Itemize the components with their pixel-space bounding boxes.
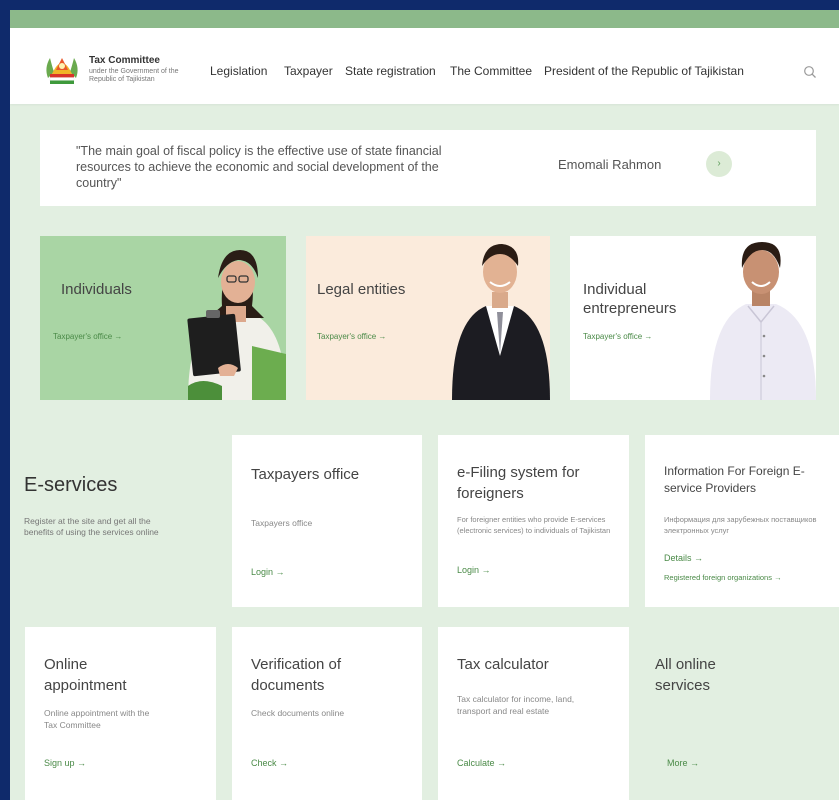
- individuals-person-image: [187, 250, 286, 400]
- card-description: Taxpayers office: [251, 518, 313, 528]
- card-title: Taxpayers office: [251, 466, 360, 483]
- nav-president[interactable]: President of the Republic of Tajikistan: [544, 64, 744, 78]
- category-legal-entities[interactable]: Legal entities Taxpayer's office →: [306, 236, 550, 400]
- category-title: Individual entrepreneurs: [583, 281, 677, 317]
- sign-up-link[interactable]: Sign up →: [44, 758, 86, 768]
- taxpayer-office-link[interactable]: Taxpayer's office →: [583, 332, 652, 341]
- calculate-link[interactable]: Calculate →: [457, 758, 506, 768]
- website-frame: Tax Committee under the Government of th…: [10, 10, 839, 800]
- legal-entities-person-image: [452, 244, 550, 400]
- nav-legislation[interactable]: Legislation: [210, 64, 267, 78]
- taxpayer-office-link[interactable]: Taxpayer's office →: [53, 332, 122, 341]
- category-individual-entrepreneurs[interactable]: Individual entrepreneurs Taxpayer's offi…: [570, 236, 816, 400]
- card-title: e-Filing system for foreigners: [457, 464, 580, 502]
- card-description: Check documents online: [251, 708, 345, 718]
- card-description: Tax calculator for income, land, transpo…: [457, 694, 575, 716]
- card-title: Verification of documents: [251, 656, 342, 694]
- card-description: For foreigner entities who provide E-ser…: [457, 515, 611, 535]
- card-online-appointment[interactable]: Online appointment Online appointment wi…: [25, 627, 216, 800]
- card-description: Информация для зарубежных поставщиков эл…: [664, 515, 817, 535]
- card-title: All online services: [655, 656, 716, 694]
- details-link[interactable]: Details →: [664, 553, 703, 563]
- quote-next-button[interactable]: ›: [706, 151, 732, 177]
- eservices-title: E-services: [24, 474, 118, 496]
- brand-subtitle: under the Government of the Republic of …: [89, 68, 179, 83]
- top-band: [10, 10, 839, 28]
- nav-the-committee[interactable]: The Committee: [450, 64, 532, 78]
- category-title: Individuals: [61, 281, 132, 298]
- card-verification-documents[interactable]: Verification of documents Check document…: [232, 627, 422, 800]
- category-individuals[interactable]: Individuals Taxpayer's office →: [40, 236, 286, 400]
- more-link[interactable]: More →: [667, 758, 699, 768]
- card-title: Information For Foreign E-service Provid…: [664, 464, 805, 495]
- entrepreneur-person-image: [710, 242, 816, 400]
- card-description: Online appointment with the Tax Committe…: [44, 708, 150, 730]
- quote-text: "The main goal of fiscal policy is the e…: [76, 144, 442, 190]
- search-icon[interactable]: [803, 65, 817, 79]
- nav-state-registration[interactable]: State registration: [345, 64, 436, 78]
- quote-card: "The main goal of fiscal policy is the e…: [40, 130, 816, 206]
- login-link[interactable]: Login →: [251, 567, 285, 577]
- category-title: Legal entities: [317, 281, 406, 298]
- quote-author: Emomali Rahmon: [558, 157, 662, 172]
- brand-title[interactable]: Tax Committee: [89, 55, 160, 66]
- login-link[interactable]: Login →: [457, 565, 491, 575]
- chevron-right-icon: ›: [717, 158, 721, 169]
- tajikistan-emblem-icon[interactable]: [42, 50, 82, 86]
- card-efiling-foreigners[interactable]: e-Filing system for foreigners For forei…: [438, 435, 629, 607]
- registered-foreign-orgs-link[interactable]: Registered foreign organizations →: [664, 573, 782, 582]
- card-title: Online appointment: [44, 656, 127, 694]
- card-taxpayers-office[interactable]: Taxpayers office Taxpayers office Login …: [232, 435, 422, 607]
- card-foreign-eservice-providers[interactable]: Information For Foreign E-service Provid…: [645, 435, 839, 607]
- check-link[interactable]: Check →: [251, 758, 288, 768]
- nav-taxpayer[interactable]: Taxpayer: [284, 64, 333, 78]
- taxpayer-office-link[interactable]: Taxpayer's office →: [317, 332, 386, 341]
- card-all-online-services[interactable]: All online services More →: [645, 627, 839, 800]
- card-title: Tax calculator: [457, 656, 549, 673]
- eservices-description: Register at the site and get all the ben…: [24, 516, 159, 537]
- site-header: Tax Committee under the Government of th…: [10, 28, 839, 104]
- card-tax-calculator[interactable]: Tax calculator Tax calculator for income…: [438, 627, 629, 800]
